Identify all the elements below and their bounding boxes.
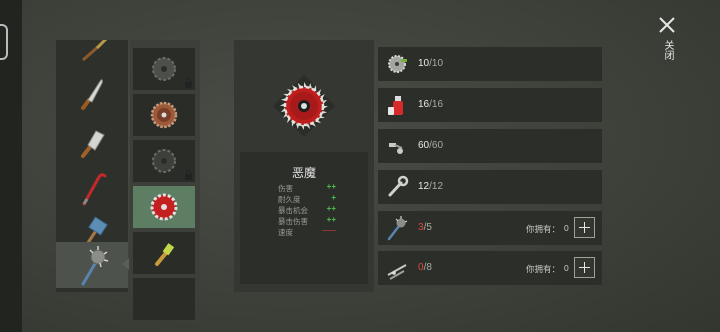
stat-label: 伤害 <box>278 184 293 193</box>
sawblade-locked-icon <box>152 57 176 81</box>
close-label: 关闭 <box>662 40 673 60</box>
item-info-box: 恶魔 伤害 ++ 耐久度 + 暴击机会 ++ 暴击伤害 ++ 速度 —— <box>240 152 368 284</box>
blade-slot-bronze[interactable] <box>133 94 195 136</box>
close-button[interactable]: 关闭 <box>656 14 678 64</box>
weapon-slot-cleaver[interactable] <box>56 117 128 163</box>
owned-label: 你拥有： <box>526 224 561 234</box>
owned-value: 0 <box>564 263 569 273</box>
weapon-slot-trident[interactable] <box>56 40 128 64</box>
resource-row-wrench: 12/12 <box>378 170 602 204</box>
resource-count: 0/8 <box>418 262 432 273</box>
wrench-icon <box>388 175 409 197</box>
weapon-slot-machete[interactable] <box>56 70 128 116</box>
stat-mark: ++ <box>326 182 336 191</box>
trident-icon <box>82 40 108 62</box>
red-sawblade-icon <box>272 74 336 138</box>
selection-arrow <box>122 258 129 270</box>
stat-label: 耐久度 <box>278 195 301 204</box>
weapon-slot-crowbar[interactable] <box>56 164 128 210</box>
blade-slot-spray[interactable] <box>133 232 195 274</box>
blade-slot-partial[interactable] <box>133 278 195 320</box>
blade-slot-locked-2[interactable] <box>133 140 195 182</box>
resource-row-pipe-parts: 0/8 你拥有： 0 <box>378 251 602 285</box>
owned-value: 0 <box>564 223 569 233</box>
cleaver-icon <box>81 130 105 158</box>
resource-count: 3/5 <box>418 222 432 233</box>
stat-durability: 耐久度 + <box>278 193 336 204</box>
lock-icon <box>185 170 192 180</box>
stat-label: 暴击伤害 <box>278 217 308 226</box>
device-edge <box>0 0 22 332</box>
spiked-mace-icon <box>81 246 109 286</box>
resource-count: 12/12 <box>418 181 444 192</box>
resource-row-bolts: 60/60 <box>378 129 602 163</box>
blade-slot-locked-1[interactable] <box>133 48 195 90</box>
stat-mark: ++ <box>326 215 336 224</box>
resource-row-mace: 3/5 你拥有： 0 <box>378 211 602 245</box>
stat-crit-chance: 暴击机会 ++ <box>278 204 336 215</box>
resource-row-sawblade: 10/10 <box>378 47 602 81</box>
stat-label: 暴击机会 <box>278 206 308 215</box>
weapon-slot-spiked-mace[interactable] <box>56 242 128 288</box>
spiked-mace-icon <box>387 216 408 241</box>
resource-row-fuel: 16/16 <box>378 88 602 122</box>
stat-mark: + <box>331 193 336 202</box>
machete-icon <box>81 79 103 110</box>
lock-icon <box>185 78 192 88</box>
stat-mark: —— <box>322 227 336 234</box>
blade-list[interactable] <box>130 40 200 320</box>
stat-mark: ++ <box>326 204 336 213</box>
item-name: 恶魔 <box>291 166 316 180</box>
weapon-list[interactable] <box>56 40 128 292</box>
close-icon <box>659 17 675 33</box>
side-button-outline <box>0 24 8 60</box>
sawblade-part-icon <box>388 55 407 73</box>
owned-label: 你拥有： <box>526 264 561 274</box>
add-pipe-parts-button[interactable] <box>574 257 595 278</box>
resource-count: 60/60 <box>418 140 444 151</box>
add-mace-button[interactable] <box>574 217 595 238</box>
stat-crit-damage: 暴击伤害 ++ <box>278 215 336 226</box>
item-detail-panel: 恶魔 伤害 ++ 耐久度 + 暴击机会 ++ 暴击伤害 ++ 速度 —— <box>234 40 374 292</box>
sawblade-dark-icon <box>152 149 176 173</box>
sawblade-bronze-icon <box>150 101 178 129</box>
bolts-icon <box>389 143 403 154</box>
spray-nozzle-icon <box>155 243 175 266</box>
blade-slot-red[interactable] <box>133 186 195 228</box>
stat-label: 速度 <box>278 228 293 237</box>
crowbar-icon <box>82 173 107 206</box>
fuel-canister-icon <box>388 96 403 115</box>
resource-count: 16/16 <box>418 99 444 110</box>
resource-count: 10/10 <box>418 58 444 69</box>
stat-speed: 速度 —— <box>278 227 336 237</box>
crafting-screen: 恶魔 伤害 ++ 耐久度 + 暴击机会 ++ 暴击伤害 ++ 速度 —— 10/… <box>0 0 720 332</box>
stat-damage: 伤害 ++ <box>278 182 336 193</box>
sawblade-red-icon <box>150 193 178 221</box>
pipe-parts-icon <box>387 264 407 280</box>
